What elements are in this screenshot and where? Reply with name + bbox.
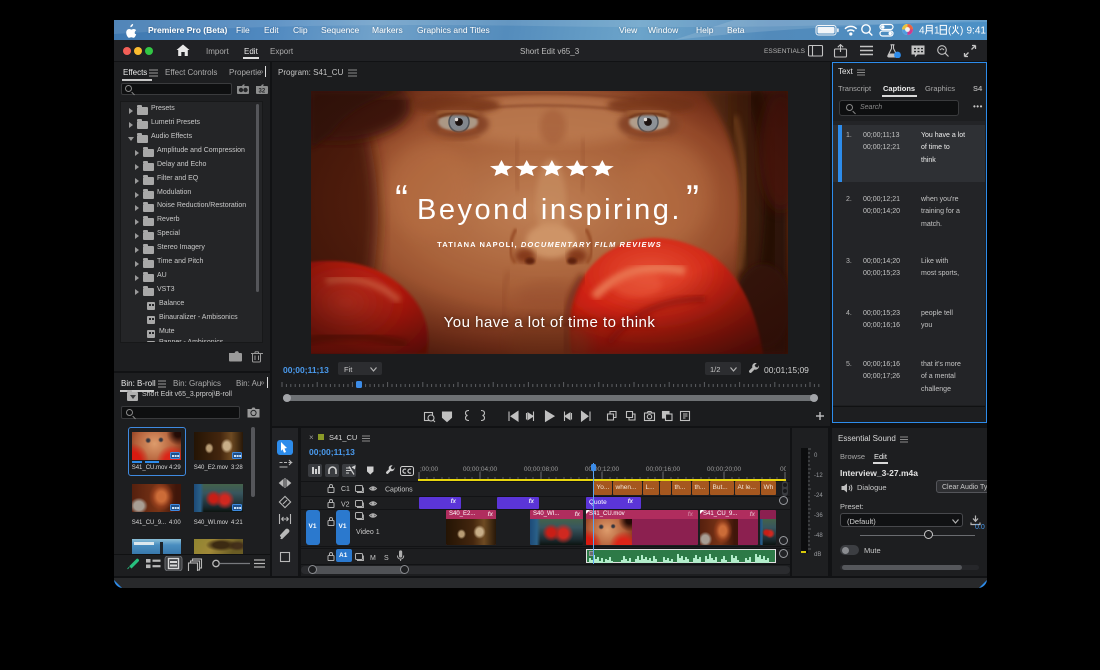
svg-text:9:41: 9:41	[967, 26, 987, 37]
svg-text:dB: dB	[814, 552, 821, 558]
svg-text:-12: -12	[814, 473, 823, 479]
svg-text:1: 1	[934, 26, 940, 37]
svg-text:0: 0	[814, 453, 818, 459]
svg-text:-48: -48	[814, 533, 823, 539]
svg-text:(: (	[948, 26, 952, 37]
svg-text:32: 32	[259, 89, 266, 95]
svg-text:4: 4	[919, 26, 925, 37]
svg-text:-24: -24	[814, 493, 823, 499]
svg-text:-36: -36	[814, 513, 823, 519]
svg-text:): )	[960, 26, 963, 37]
